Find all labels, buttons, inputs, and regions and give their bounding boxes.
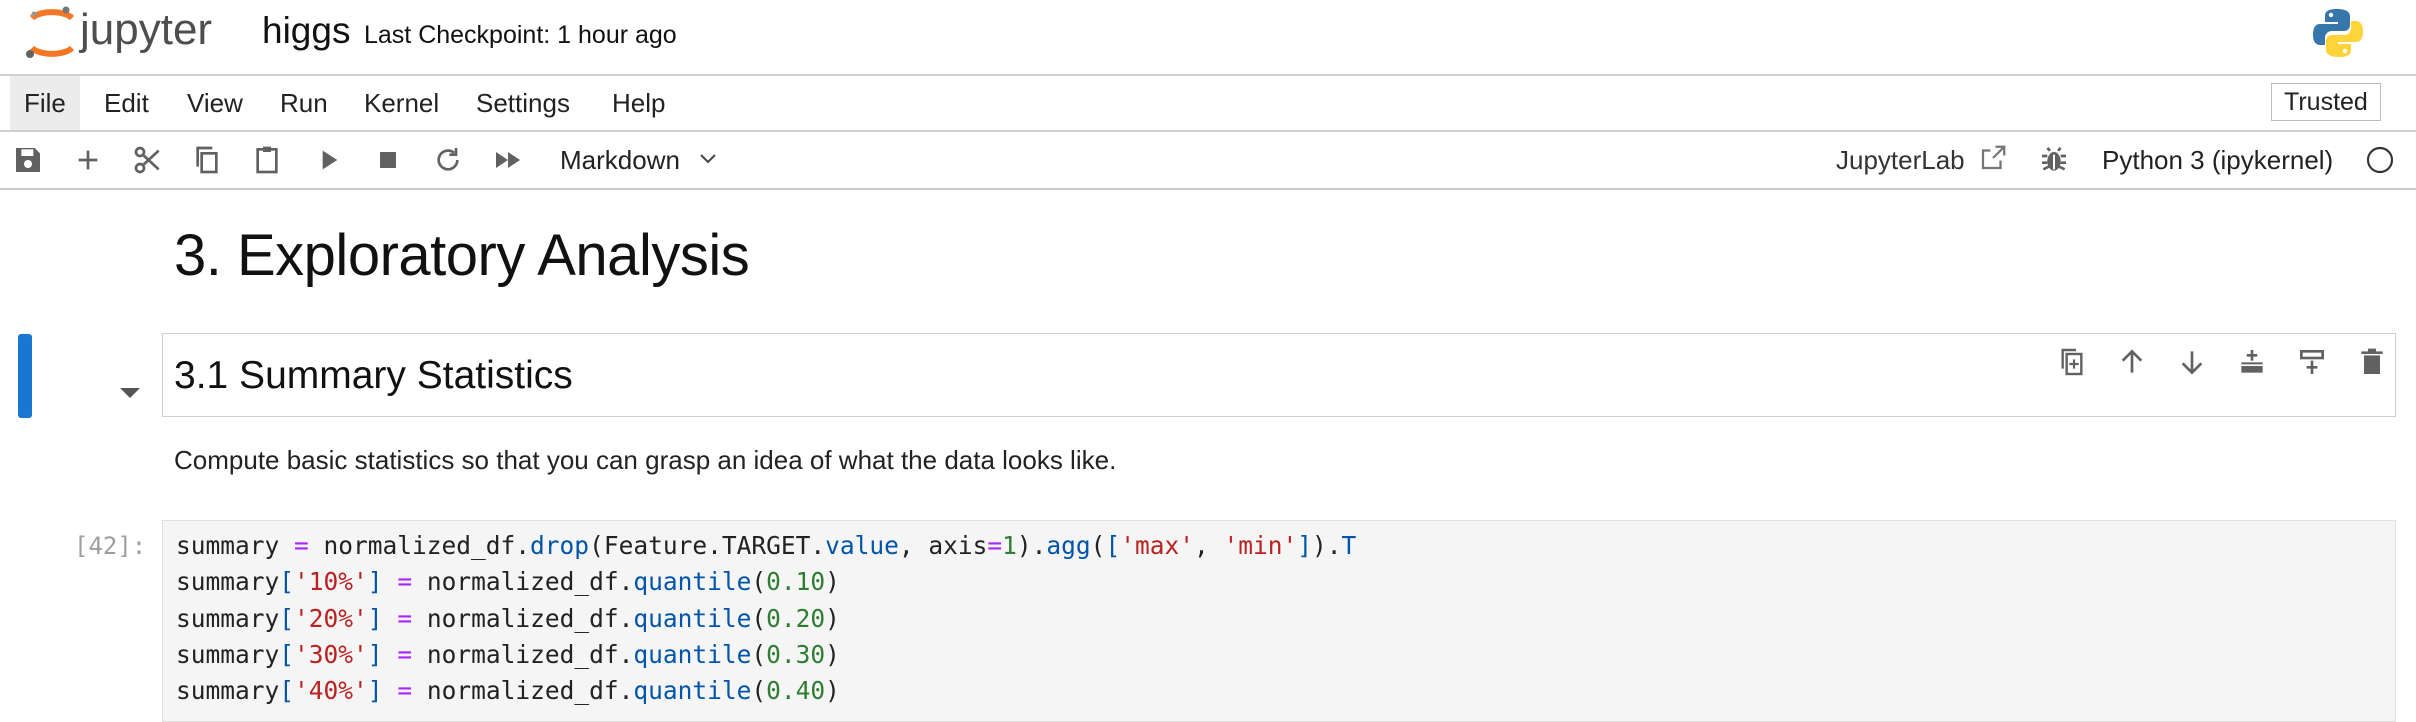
- menu-kernel[interactable]: Kernel: [350, 76, 453, 130]
- cell-type-select[interactable]: Markdown: [560, 142, 716, 178]
- active-cell-indicator[interactable]: [18, 334, 32, 418]
- code-line: summary['10%'] = normalized_df.quantile(…: [176, 567, 840, 597]
- code-line: summary['30%'] = normalized_df.quantile(…: [176, 639, 840, 669]
- copy-icon[interactable]: [191, 144, 223, 176]
- restart-icon[interactable]: [432, 144, 464, 176]
- jupyterlab-label: JupyterLab: [1836, 145, 1965, 175]
- run-icon[interactable]: [312, 144, 344, 176]
- menu-file[interactable]: File: [10, 76, 80, 130]
- heading-exploratory-analysis: 3. Exploratory Analysis: [174, 223, 750, 288]
- fast-forward-icon[interactable]: [492, 144, 524, 176]
- move-up-icon[interactable]: [2116, 346, 2148, 378]
- stop-icon[interactable]: [372, 144, 404, 176]
- cell-type-label: Markdown: [560, 145, 680, 175]
- menu-run[interactable]: Run: [266, 76, 342, 130]
- kernel-name[interactable]: Python 3 (ipykernel): [2102, 142, 2333, 178]
- markdown-paragraph: Compute basic statistics so that you can…: [174, 445, 1117, 475]
- code-line: summary['40%'] = normalized_df.quantile(…: [176, 676, 840, 706]
- add-cell-icon[interactable]: [72, 144, 104, 176]
- delete-cell-icon[interactable]: [2356, 346, 2388, 378]
- chevron-down-icon: [700, 154, 716, 164]
- code-line: summary['20%'] = normalized_df.quantile(…: [176, 603, 840, 633]
- open-jupyterlab-button[interactable]: JupyterLab: [1836, 142, 2008, 178]
- duplicate-cell-icon[interactable]: [2056, 346, 2088, 378]
- notebook-title[interactable]: higgs: [262, 10, 350, 52]
- menu-help[interactable]: Help: [598, 76, 679, 130]
- heading-summary-statistics: 3.1 Summary Statistics: [174, 354, 573, 397]
- last-checkpoint: Last Checkpoint: 1 hour ago: [364, 21, 677, 49]
- python-logo-icon: [2312, 7, 2364, 59]
- menu-view[interactable]: View: [173, 76, 257, 130]
- notebook-toolbar: Markdown JupyterLab Python 3 (ipykernel): [0, 132, 2416, 190]
- save-icon[interactable]: [12, 144, 44, 176]
- move-down-icon[interactable]: [2176, 346, 2208, 378]
- jupyter-logo[interactable]: jupyter: [22, 4, 240, 66]
- code-line: summary = normalized_df.drop(Feature.TAR…: [176, 531, 1357, 560]
- execution-count-prompt: [42]:: [74, 532, 147, 560]
- top-bar: jupyter higgs Last Checkpoint: 1 hour ag…: [0, 0, 2416, 76]
- insert-cell-below-icon[interactable]: [2296, 346, 2328, 378]
- trusted-indicator[interactable]: Trusted: [2271, 83, 2381, 121]
- cut-icon[interactable]: [132, 144, 164, 176]
- external-link-icon: [1981, 145, 2006, 170]
- kernel-status-icon: [2364, 144, 2396, 176]
- menu-edit[interactable]: Edit: [90, 76, 163, 130]
- collapse-heading-icon[interactable]: [118, 386, 142, 405]
- jupyter-wordmark: jupyter: [78, 5, 212, 54]
- menu-settings[interactable]: Settings: [462, 76, 584, 130]
- code-editor[interactable]: summary = normalized_df.drop(Feature.TAR…: [176, 528, 1356, 709]
- debugger-icon[interactable]: [2038, 144, 2070, 176]
- insert-cell-above-icon[interactable]: [2236, 346, 2268, 378]
- menu-bar: File Edit View Run Kernel Settings Help: [0, 76, 2416, 132]
- paste-icon[interactable]: [251, 144, 283, 176]
